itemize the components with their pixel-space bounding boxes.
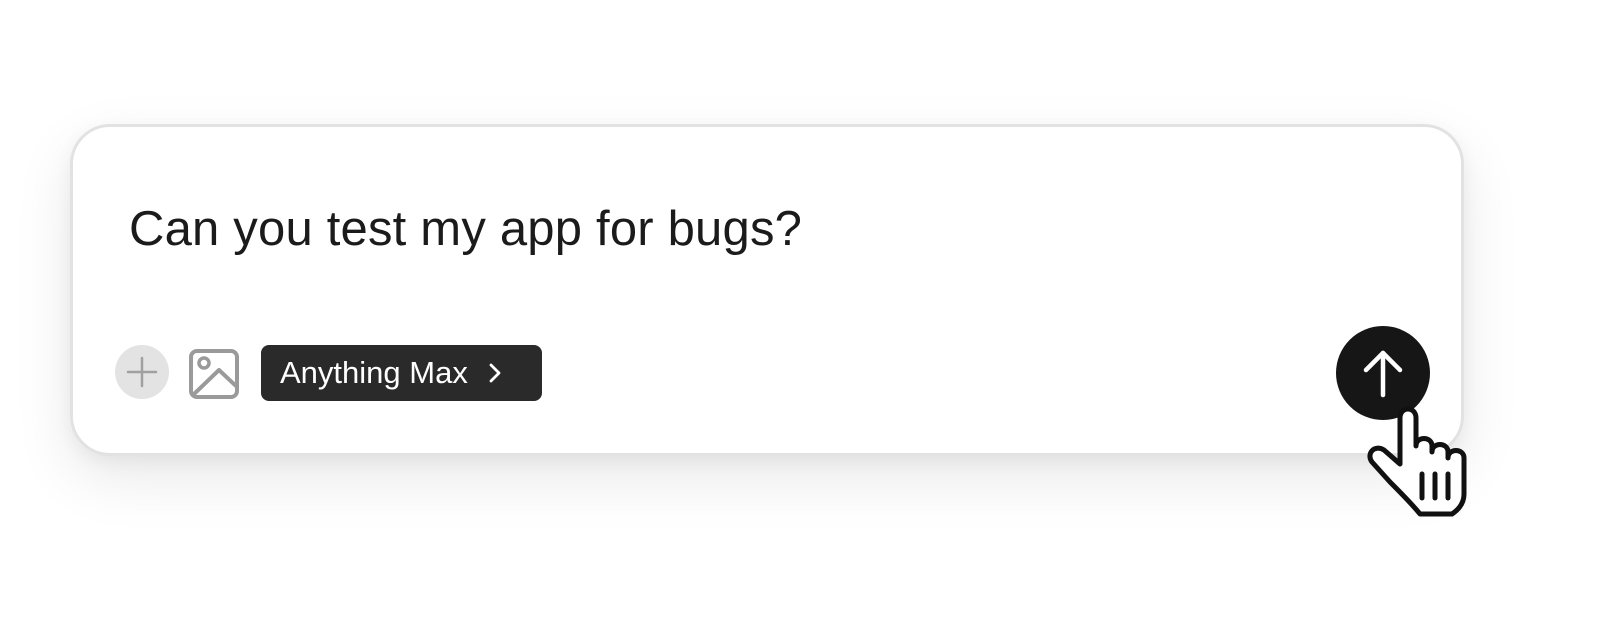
attach-image-button[interactable] [188, 348, 240, 400]
prompt-input[interactable]: Can you test my app for bugs? [129, 199, 802, 259]
plus-icon [126, 356, 158, 388]
model-selector-label: Anything Max [280, 355, 468, 390]
hand-pointer-cursor-icon [1367, 406, 1467, 517]
model-selector-button[interactable]: Anything Max [261, 345, 542, 401]
chat-composer: Can you test my app for bugs? Anything M… [70, 124, 1464, 456]
image-icon [189, 349, 239, 399]
chevron-right-icon [488, 361, 502, 385]
add-attachment-button[interactable] [115, 345, 169, 399]
